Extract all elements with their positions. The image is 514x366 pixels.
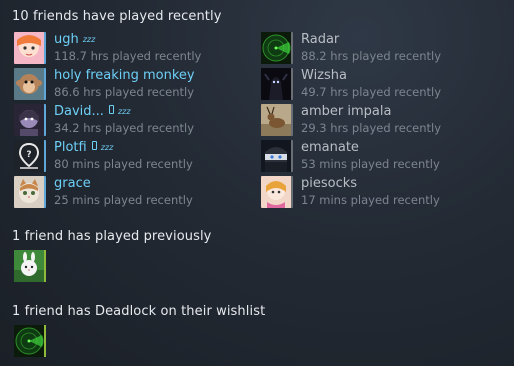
friend-name[interactable]: ugh [54,32,79,47]
impala-avatar[interactable] [261,104,293,136]
pink-character-avatar[interactable] [261,176,293,208]
friend-name[interactable]: holy freaking monkey [54,68,195,83]
friend-row[interactable]: David... zzz 34.2 hrs played recently [14,104,254,138]
friend-row[interactable]: piesocks 17 mins played recently [261,176,501,210]
hours-played: 49.7 hrs played recently [301,85,442,99]
white-bunny-avatar[interactable] [14,250,46,282]
hours-played: 17 mins played recently [301,193,440,207]
friend-row[interactable]: amber impala 29.3 hrs played recently [261,104,501,138]
friend-row[interactable]: ugh zzz 118.7 hrs played recently [14,32,254,66]
dark-figure-avatar[interactable] [261,68,293,100]
mobile-phone-icon [108,105,114,114]
friend-name[interactable]: David... [54,104,104,119]
friend-name[interactable]: emanate [301,140,359,155]
hours-played: 88.2 hrs played recently [301,49,442,63]
hours-played: 25 mins played recently [54,193,193,207]
radar-avatar[interactable] [261,32,293,64]
friend-row[interactable]: emanate 53 mins played recently [261,140,501,174]
anime-dark-avatar[interactable] [261,140,293,172]
radar-avatar[interactable] [14,325,46,357]
friend-row[interactable]: Wizsha 49.7 hrs played recently [261,68,501,102]
hours-played: 53 mins played recently [301,157,440,171]
mobile-phone-icon [91,141,97,150]
previous-section-title: 1 friend has played previously [12,229,212,244]
hours-played: 80 mins played recently [54,157,193,171]
friend-name[interactable]: Radar [301,32,339,47]
snooze-icon: zzz [100,143,114,152]
friend-row[interactable]: holy freaking monkey 86.6 hrs played rec… [14,68,254,102]
anime-girl-avatar[interactable] [14,32,46,64]
friend-name[interactable]: Wizsha [301,68,347,83]
location-pin-avatar[interactable]: ? [14,140,46,172]
wishlist-section-title: 1 friend has Deadlock on their wishlist [12,304,266,319]
friend-row[interactable]: grace 25 mins played recently [14,176,254,210]
friend-row[interactable]: Radar 88.2 hrs played recently [261,32,501,66]
svg-text:?: ? [26,150,31,160]
snooze-icon: zzz [82,35,96,44]
friend-name[interactable]: amber impala [301,104,391,119]
friend-name[interactable]: grace [54,176,91,191]
hours-played: 86.6 hrs played recently [54,85,195,99]
purple-face-avatar[interactable] [14,104,46,136]
hours-played: 118.7 hrs played recently [54,49,202,63]
friend-name[interactable]: piesocks [301,176,357,191]
snooze-icon: zzz [117,107,131,116]
recent-section-title: 10 friends have played recently [12,9,222,24]
hours-played: 29.3 hrs played recently [301,121,442,135]
monkey-avatar[interactable] [14,68,46,100]
hours-played: 34.2 hrs played recently [54,121,195,135]
friend-row[interactable]: ? Plotfi zzz 80 mins played recently [14,140,254,174]
friend-name[interactable]: Plotfi [54,140,87,155]
cat-avatar[interactable] [14,176,46,208]
